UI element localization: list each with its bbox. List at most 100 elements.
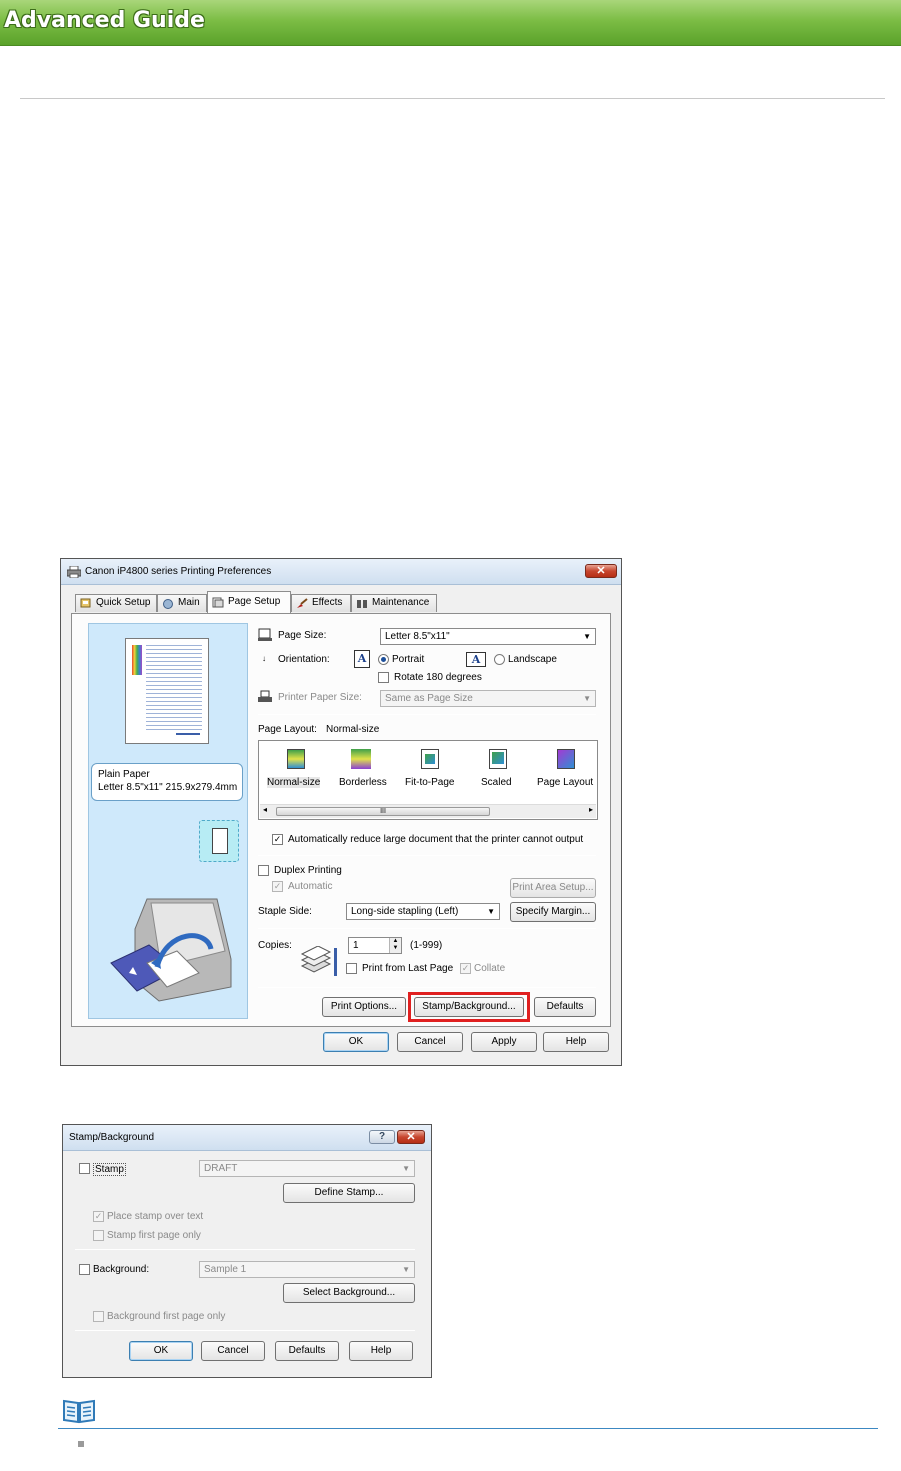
- help-title-button[interactable]: ?: [369, 1130, 395, 1144]
- landscape-radio[interactable]: [494, 654, 505, 665]
- ok-button[interactable]: OK: [129, 1341, 193, 1361]
- header-divider: [20, 98, 885, 99]
- dialog-title: Stamp/Background: [69, 1132, 155, 1143]
- stamp-select[interactable]: DRAFT ▼: [199, 1160, 415, 1177]
- divider: [258, 987, 596, 988]
- staple-side-label: Staple Side:: [258, 906, 312, 917]
- dialog-titlebar: Stamp/Background ? ✕: [63, 1125, 431, 1151]
- help-button[interactable]: Help: [349, 1341, 413, 1361]
- page-size-select[interactable]: Letter 8.5"x11" ▼: [380, 628, 596, 645]
- stamp-background-button[interactable]: Stamp/Background...: [414, 997, 524, 1017]
- tab-effects[interactable]: Effects: [291, 594, 351, 612]
- place-stamp-over-text-checkbox[interactable]: ✓: [93, 1211, 104, 1222]
- dialog-titlebar: Canon iP4800 series Printing Preferences…: [61, 559, 621, 585]
- portrait-a-icon: A: [354, 650, 370, 668]
- copies-value[interactable]: 1: [353, 940, 359, 951]
- auto-reduce-checkbox[interactable]: ✓: [272, 834, 283, 845]
- layout-page-layout[interactable]: Page Layout: [535, 747, 599, 797]
- header-banner: Advanced Guide: [0, 0, 901, 46]
- maintenance-icon: [357, 600, 367, 608]
- close-icon: ✕: [406, 1131, 416, 1143]
- paper-size-text: Letter 8.5"x11" 215.9x279.4mm: [98, 782, 238, 793]
- layout-scaled[interactable]: Scaled: [469, 747, 529, 797]
- close-button[interactable]: ✕: [585, 564, 617, 578]
- collate-label: Collate: [474, 963, 506, 974]
- note-book-icon: [63, 1399, 95, 1424]
- layout-fit-to-page[interactable]: Fit-to-Page: [401, 747, 461, 797]
- paper-type-text: Plain Paper: [98, 769, 150, 780]
- page-layout-label: Page Layout:: [258, 724, 317, 735]
- stamp-first-page-label: Stamp first page only: [107, 1230, 201, 1241]
- rotate-180-label: Rotate 180 degrees: [394, 672, 482, 683]
- tab-main[interactable]: Main: [157, 594, 207, 612]
- tab-maintenance[interactable]: Maintenance: [351, 594, 437, 612]
- copies-stepper[interactable]: 1 ▲ ▼: [348, 937, 402, 954]
- fit-to-page-icon: [421, 749, 439, 769]
- preview-image: [132, 645, 142, 675]
- stepper-arrows-icon[interactable]: ▲ ▼: [389, 938, 401, 953]
- stamp-background-dialog: Stamp/Background ? ✕ Stamp DRAFT ▼ Define…: [62, 1124, 432, 1378]
- automatic-label: Automatic: [288, 881, 333, 892]
- page-preview: [125, 638, 209, 744]
- scaled-icon: [489, 749, 507, 769]
- tab-page-setup[interactable]: Page Setup: [207, 591, 291, 613]
- divider: [258, 855, 596, 856]
- layout-label: Scaled: [481, 777, 512, 788]
- defaults-button[interactable]: Defaults: [275, 1341, 339, 1361]
- close-button[interactable]: ✕: [397, 1130, 425, 1144]
- background-checkbox[interactable]: [79, 1264, 90, 1275]
- effects-brush-icon: [297, 598, 308, 608]
- portrait-radio[interactable]: [378, 654, 389, 665]
- background-first-page-checkbox[interactable]: [93, 1311, 104, 1322]
- background-select[interactable]: Sample 1 ▼: [199, 1261, 415, 1278]
- staple-side-select[interactable]: Long-side stapling (Left) ▼: [346, 903, 500, 920]
- borderless-icon: [351, 749, 371, 769]
- chevron-down-icon: ▼: [583, 694, 591, 703]
- ok-button[interactable]: OK: [323, 1032, 389, 1052]
- landscape-a-icon: A: [466, 652, 486, 667]
- stamp-first-page-checkbox[interactable]: [93, 1230, 104, 1241]
- divider: [258, 928, 596, 929]
- scroll-left-icon[interactable]: ◂: [263, 805, 267, 814]
- divider: [258, 714, 596, 715]
- cancel-button[interactable]: Cancel: [201, 1341, 265, 1361]
- close-icon: ✕: [596, 565, 606, 577]
- tab-label: Main: [178, 597, 200, 608]
- tab-label: Page Setup: [228, 596, 281, 607]
- apply-button[interactable]: Apply: [471, 1032, 537, 1052]
- background-first-page-label: Background first page only: [107, 1311, 226, 1322]
- specify-margin-button[interactable]: Specify Margin...: [510, 902, 596, 922]
- print-options-button[interactable]: Print Options...: [322, 997, 406, 1017]
- layout-borderless[interactable]: Borderless: [333, 747, 393, 797]
- printer-paper-size-select[interactable]: Same as Page Size ▼: [380, 690, 596, 707]
- chevron-down-icon: ▼: [402, 1265, 410, 1274]
- normal-size-icon: [287, 749, 305, 769]
- divider: [75, 1249, 415, 1250]
- scroll-right-icon[interactable]: ▸: [589, 805, 593, 814]
- tab-label: Maintenance: [372, 597, 430, 608]
- stamp-checkbox[interactable]: [79, 1163, 90, 1174]
- horizontal-scrollbar[interactable]: ◂ III ▸: [260, 804, 596, 818]
- paper-info-box: Plain Paper Letter 8.5"x11" 215.9x279.4m…: [91, 763, 243, 801]
- help-button[interactable]: Help: [543, 1032, 609, 1052]
- rotate-180-checkbox[interactable]: [378, 672, 389, 683]
- chevron-down-icon: ▼: [487, 907, 495, 916]
- layout-label: Fit-to-Page: [405, 777, 455, 788]
- layout-normal-size[interactable]: Normal-size: [265, 747, 325, 797]
- define-stamp-button[interactable]: Define Stamp...: [283, 1183, 415, 1203]
- print-area-setup-button[interactable]: Print Area Setup...: [510, 878, 596, 898]
- automatic-checkbox[interactable]: ✓: [272, 881, 283, 892]
- page-layout-list[interactable]: Normal-size Borderless Fit-to-Page Scale…: [258, 740, 598, 820]
- print-from-last-page-checkbox[interactable]: [346, 963, 357, 974]
- select-background-button[interactable]: Select Background...: [283, 1283, 415, 1303]
- duplex-printing-checkbox[interactable]: [258, 865, 269, 876]
- preview-text-lines: [146, 645, 202, 733]
- cancel-button[interactable]: Cancel: [397, 1032, 463, 1052]
- defaults-button[interactable]: Defaults: [534, 997, 596, 1017]
- portrait-label: Portrait: [392, 654, 425, 665]
- orientation-label: Orientation:: [278, 654, 330, 665]
- scroll-thumb[interactable]: III: [276, 807, 490, 816]
- tab-quick-setup[interactable]: Quick Setup: [75, 594, 157, 612]
- divider: [75, 1330, 415, 1331]
- collate-checkbox[interactable]: ✓: [460, 963, 471, 974]
